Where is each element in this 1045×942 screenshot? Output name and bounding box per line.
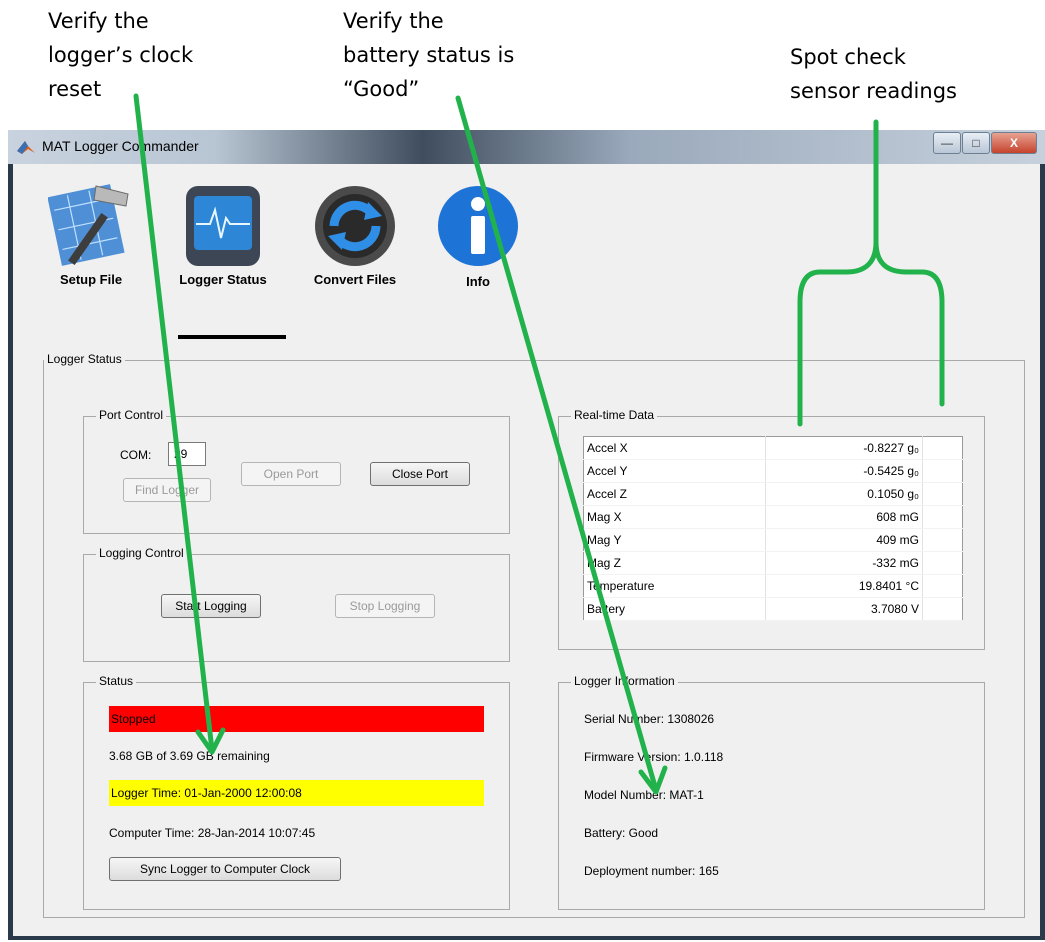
- callout-clock-line2: logger’s clock: [48, 43, 194, 67]
- logger-state-bar: Stopped: [109, 706, 484, 732]
- maximize-button[interactable]: □: [962, 132, 990, 154]
- realtime-row-value: -0.5425 g₀: [765, 459, 923, 483]
- open-port-button[interactable]: Open Port: [241, 462, 341, 486]
- convert-files-tool[interactable]: Convert Files: [303, 180, 407, 287]
- sync-clock-button[interactable]: Sync Logger to Computer Clock: [109, 857, 341, 881]
- matlab-app-icon: [17, 141, 35, 154]
- heartbeat-monitor-icon: [186, 186, 260, 266]
- info-icon: [438, 186, 518, 266]
- minimize-button[interactable]: —: [933, 132, 961, 154]
- window-title: MAT Logger Commander: [42, 138, 199, 154]
- realtime-row: Mag X 608 mG: [583, 505, 963, 529]
- active-tab-underline: [178, 335, 286, 339]
- callout-battery-line2: battery status is: [343, 43, 515, 67]
- realtime-row-name: Mag X: [583, 505, 766, 529]
- com-label: COM:: [120, 448, 152, 462]
- client-area: Setup File Logger Status Convert Files I…: [13, 164, 1040, 936]
- realtime-row-value: 409 mG: [765, 528, 923, 552]
- storage-remaining: 3.68 GB of 3.69 GB remaining: [109, 749, 270, 763]
- realtime-row: Mag Y 409 mG: [583, 528, 963, 552]
- callout-clock: Verify the logger’s clock reset: [48, 4, 193, 106]
- firmware-version: Firmware Version: 1.0.118: [584, 750, 724, 764]
- realtime-row: Battery 3.7080 V: [583, 597, 963, 621]
- realtime-row-value: 19.8401 °C: [765, 574, 923, 598]
- convert-files-label: Convert Files: [313, 272, 397, 287]
- realtime-row: Temperature 19.8401 °C: [583, 574, 963, 598]
- title-bar[interactable]: MAT Logger Commander — □ X: [8, 130, 1045, 164]
- realtime-row: Accel X -0.8227 g₀: [583, 436, 963, 460]
- window-controls: — □ X: [932, 132, 1037, 154]
- logging-control-title: Logging Control: [96, 546, 187, 560]
- logging-control-group: Logging Control: [83, 546, 510, 662]
- realtime-row-pad: [922, 597, 963, 621]
- start-logging-button[interactable]: Start Logging: [161, 594, 261, 618]
- port-control-title: Port Control: [96, 408, 167, 422]
- realtime-row-pad: [922, 482, 963, 506]
- stop-logging-button[interactable]: Stop Logging: [335, 594, 435, 618]
- callout-battery: Verify the battery status is “Good”: [343, 4, 514, 106]
- realtime-data-title: Real-time Data: [571, 408, 658, 422]
- callout-sensors-line1: Spot check: [790, 45, 906, 69]
- computer-time: Computer Time: 28-Jan-2014 10:07:45: [109, 826, 316, 840]
- callout-battery-line1: Verify the: [343, 9, 444, 33]
- info-label: Info: [466, 274, 490, 289]
- logger-info-title: Logger Information: [571, 674, 678, 688]
- realtime-row-value: 3.7080 V: [765, 597, 923, 621]
- find-logger-button[interactable]: Find Logger: [123, 478, 211, 502]
- logger-time-bar: Logger Time: 01-Jan-2000 12:00:08: [109, 780, 484, 806]
- realtime-row: Mag Z -332 mG: [583, 551, 963, 575]
- realtime-row-name: Battery: [583, 597, 766, 621]
- realtime-row-name: Temperature: [583, 574, 766, 598]
- realtime-row-name: Accel X: [583, 436, 766, 460]
- callout-clock-line3: reset: [48, 77, 102, 101]
- realtime-row-name: Accel Z: [583, 482, 766, 506]
- setup-file-tool[interactable]: Setup File: [41, 180, 141, 287]
- realtime-row-name: Mag Y: [583, 528, 766, 552]
- realtime-row-pad: [922, 505, 963, 529]
- convert-refresh-icon: [315, 186, 395, 266]
- model-number: Model Number: MAT-1: [584, 788, 704, 802]
- realtime-row-pad: [922, 574, 963, 598]
- close-port-button[interactable]: Close Port: [370, 462, 470, 486]
- hammer-blueprint-icon: [48, 184, 129, 266]
- battery-status: Battery: Good: [584, 826, 659, 840]
- logger-status-panel-title: Logger Status: [44, 352, 125, 366]
- deployment-number: Deployment number: 165: [584, 864, 719, 878]
- setup-file-label: Setup File: [59, 272, 123, 287]
- callout-battery-line3: “Good”: [343, 77, 420, 101]
- callout-sensors-line2: sensor readings: [790, 79, 957, 103]
- serial-number: Serial Number: 1308026: [584, 712, 715, 726]
- realtime-row-value: 0.1050 g₀: [765, 482, 923, 506]
- realtime-row-value: 608 mG: [765, 505, 923, 529]
- realtime-row: Accel Y -0.5425 g₀: [583, 459, 963, 483]
- realtime-row-pad: [922, 551, 963, 575]
- realtime-row-pad: [922, 459, 963, 483]
- realtime-data-table: Accel X -0.8227 g₀ Accel Y -0.5425 g₀ Accel …: [583, 436, 963, 621]
- realtime-row-value: -332 mG: [765, 551, 923, 575]
- logger-status-tool[interactable]: Logger Status: [171, 180, 275, 287]
- realtime-row-name: Mag Z: [583, 551, 766, 575]
- info-tool[interactable]: Info: [433, 180, 523, 289]
- close-button[interactable]: X: [991, 132, 1037, 154]
- realtime-row: Accel Z 0.1050 g₀: [583, 482, 963, 506]
- realtime-row-name: Accel Y: [583, 459, 766, 483]
- app-window: MAT Logger Commander — □ X Setup File Lo…: [8, 130, 1045, 940]
- callout-sensors: Spot check sensor readings: [790, 40, 957, 108]
- logger-status-label: Logger Status: [179, 272, 267, 287]
- callout-clock-line1: Verify the: [48, 9, 149, 33]
- com-port-input[interactable]: 29: [168, 442, 206, 466]
- status-title: Status: [96, 674, 137, 688]
- realtime-row-pad: [922, 436, 963, 460]
- realtime-row-value: -0.8227 g₀: [765, 436, 923, 460]
- realtime-row-pad: [922, 528, 963, 552]
